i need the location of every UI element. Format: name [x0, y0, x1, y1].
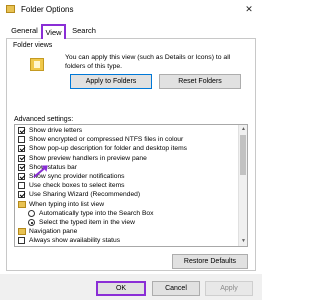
scroll-thumb[interactable] — [240, 135, 246, 175]
scroll-up-icon[interactable]: ▲ — [239, 125, 247, 134]
cancel-button[interactable]: Cancel — [152, 281, 200, 296]
folder-views-title: Folder views — [13, 42, 53, 49]
apply-to-folders-button[interactable]: Apply to Folders — [70, 74, 152, 89]
setting-label: Show sync provider notifications — [29, 173, 125, 180]
setting-checkbox[interactable] — [18, 182, 25, 190]
setting-checkbox[interactable] — [18, 173, 25, 180]
advanced-setting-row[interactable]: Select the typed item in the view — [15, 218, 237, 227]
setting-label: Show encrypted or compressed NTFS files … — [29, 136, 184, 144]
setting-checkbox[interactable] — [18, 191, 25, 199]
setting-label: Show preview handlers in preview pane — [29, 154, 147, 162]
scroll-down-icon[interactable]: ▼ — [239, 237, 247, 246]
setting-label: When typing into list view — [29, 200, 105, 208]
setting-label: Show pop-up description for folder and d… — [29, 145, 187, 153]
setting-checkbox[interactable] — [18, 136, 25, 144]
close-button[interactable]: ✕ — [242, 3, 256, 16]
advanced-setting-row[interactable]: Show pop-up description for folder and d… — [15, 144, 237, 153]
advanced-setting-row[interactable]: Show preview handlers in preview pane — [15, 154, 237, 163]
title-bar: Folder Options ✕ — [0, 0, 262, 20]
advanced-setting-row[interactable]: Navigation pane — [15, 227, 237, 236]
folder-icon — [18, 200, 26, 208]
setting-checkbox[interactable] — [18, 145, 25, 153]
setting-label: Use check boxes to select items — [29, 182, 125, 190]
advanced-setting-row[interactable]: Show sync provider notifications — [15, 172, 237, 181]
setting-label: Select the typed item in the view — [39, 219, 135, 226]
reset-folders-button[interactable]: Reset Folders — [159, 74, 241, 89]
advanced-setting-row[interactable]: Show drive letters — [15, 126, 237, 135]
setting-checkbox[interactable] — [18, 163, 25, 171]
advanced-setting-row[interactable]: Always show availability status — [15, 236, 237, 245]
setting-radio[interactable] — [28, 209, 35, 217]
advanced-setting-row[interactable]: Use Sharing Wizard (Recommended) — [15, 190, 237, 199]
restore-defaults-button[interactable]: Restore Defaults — [172, 254, 248, 269]
tab-view[interactable]: View — [41, 24, 66, 39]
tab-search[interactable]: Search — [70, 24, 98, 39]
folder-views-description: You can apply this view (such as Details… — [65, 54, 231, 70]
setting-checkbox[interactable] — [18, 154, 25, 162]
advanced-setting-row[interactable]: Automatically type into the Search Box — [15, 209, 237, 218]
setting-label: Show status bar — [29, 163, 77, 171]
advanced-settings-scrollbar[interactable]: ▲ ▼ — [238, 125, 247, 246]
tab-general[interactable]: General — [9, 24, 40, 39]
advanced-setting-row[interactable]: When typing into list view — [15, 200, 237, 209]
advanced-settings-title: Advanced settings: — [14, 116, 74, 123]
advanced-setting-row[interactable]: Show encrypted or compressed NTFS files … — [15, 135, 237, 144]
folder-options-icon — [6, 5, 15, 13]
setting-radio[interactable] — [28, 219, 35, 226]
folder-views-icon — [30, 58, 44, 71]
setting-label: Use Sharing Wizard (Recommended) — [29, 191, 141, 199]
advanced-settings-list[interactable]: ▲ ▼ Show drive letters Show encrypted or … — [14, 124, 248, 247]
setting-label: Show drive letters — [29, 127, 83, 134]
folder-views-group: Folder views You can apply this view (su… — [13, 42, 251, 100]
window-title: Folder Options — [21, 5, 74, 14]
setting-checkbox[interactable] — [18, 127, 25, 134]
apply-button[interactable]: Apply — [205, 281, 253, 296]
advanced-setting-row[interactable]: Use check boxes to select items — [15, 181, 237, 190]
ok-button[interactable]: OK — [96, 281, 146, 296]
setting-label: Always show availability status — [29, 237, 121, 245]
setting-label: Navigation pane — [29, 228, 78, 236]
folder-icon — [18, 228, 26, 236]
setting-label: Automatically type into the Search Box — [39, 209, 154, 217]
setting-checkbox[interactable] — [18, 237, 25, 245]
